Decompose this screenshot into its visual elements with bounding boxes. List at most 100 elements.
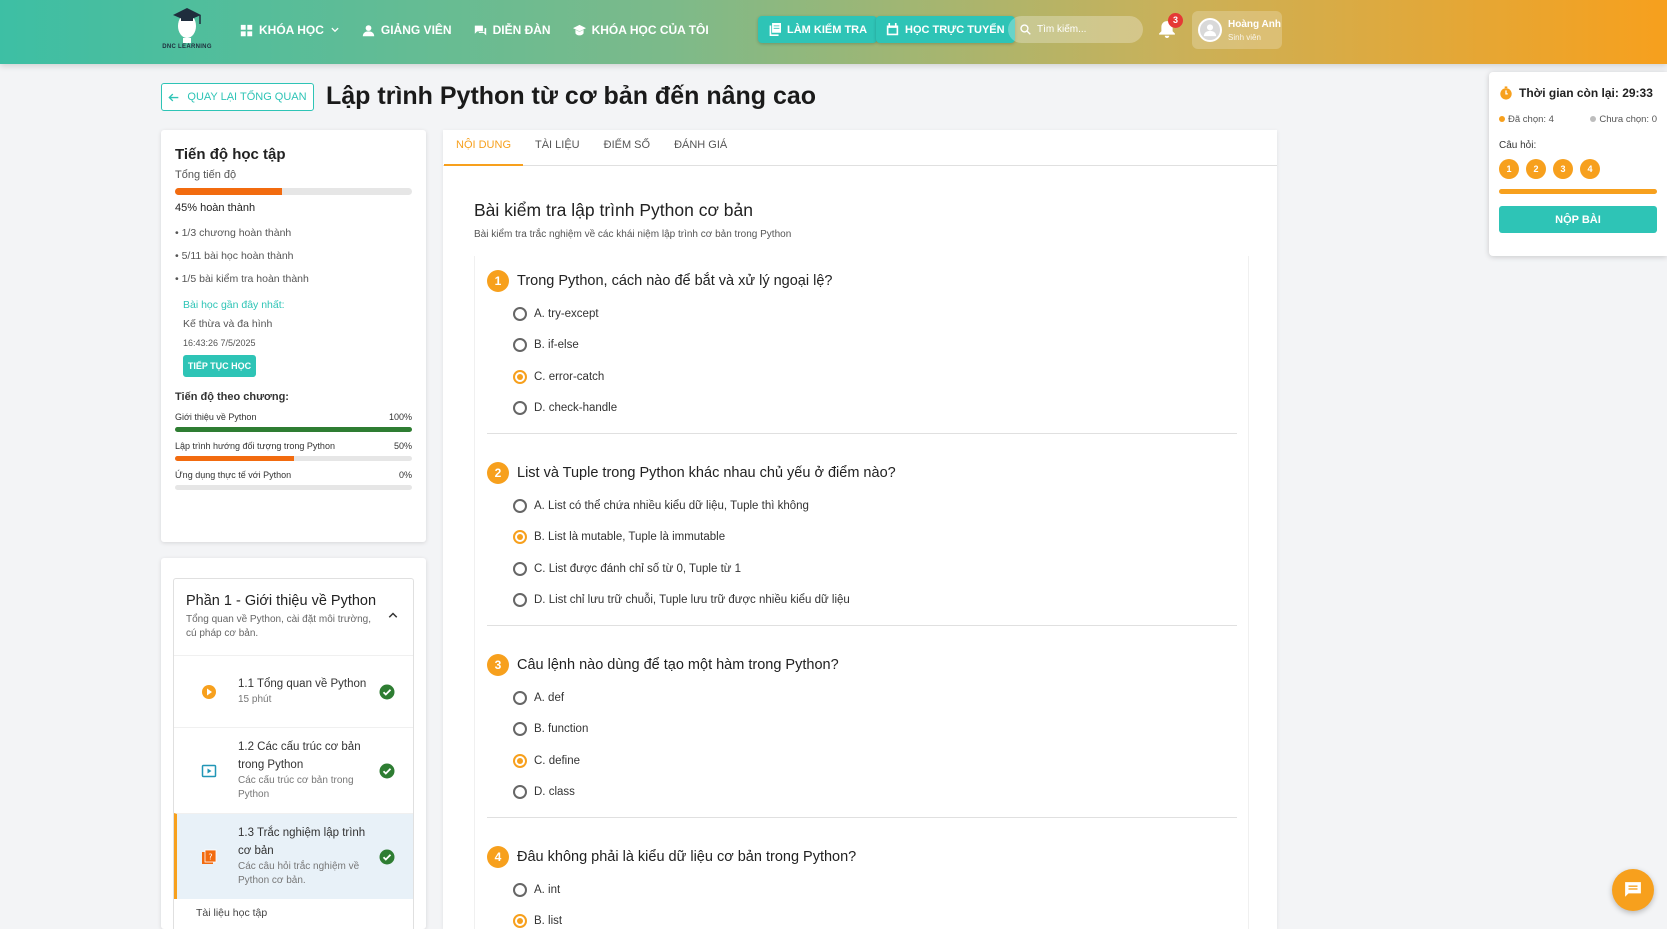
check-circle-icon <box>379 684 395 699</box>
nav-label: GIẢNG VIÊN <box>380 23 452 37</box>
unselected-count-text: Chưa chọn: 0 <box>1599 114 1657 125</box>
answer-option[interactable]: B. list <box>513 906 1237 929</box>
total-progress-bar <box>175 188 412 195</box>
radio-button[interactable] <box>513 561 527 576</box>
question-nav-button[interactable]: 2 <box>1526 159 1546 179</box>
nav-label: KHÓA HỌC CỦA TÔI <box>591 23 709 37</box>
answer-option[interactable]: A. try-except <box>513 298 1237 330</box>
selected-dot-icon <box>1499 116 1505 122</box>
question-text: Câu lệnh nào dùng để tạo một hàm trong P… <box>517 657 839 673</box>
radio-button[interactable] <box>513 498 527 513</box>
radio-button[interactable] <box>513 306 527 321</box>
progress-title: Tiến độ học tập <box>175 146 286 163</box>
unselected-count: Chưa chọn: 0 <box>1590 114 1657 125</box>
question-text: Đâu không phải là kiểu dữ liệu cơ bản tr… <box>517 849 857 865</box>
submit-button[interactable]: NỘP BÀI <box>1499 206 1657 233</box>
search-box[interactable] <box>1008 16 1143 43</box>
nav-forum[interactable]: DIỄN ĐÀN <box>474 23 551 37</box>
answer-option[interactable]: D. check-handle <box>513 393 1237 425</box>
chapter-name: Lập trình hướng đối tượng trong Python <box>175 441 335 451</box>
online-learning-label: HỌC TRỰC TUYẾN <box>905 23 1005 36</box>
answer-option[interactable]: B. function <box>513 714 1237 746</box>
answer-option[interactable]: C. define <box>513 745 1237 777</box>
radio-button[interactable] <box>513 338 527 353</box>
section-header[interactable]: Phần 1 - Giới thiệu về Python Tổng quan … <box>174 579 413 655</box>
question: 2 List và Tuple trong Python khác nhau ch… <box>487 462 1237 616</box>
answer-option[interactable]: A. def <box>513 682 1237 714</box>
lesson-item-active[interactable]: ? 1.3 Trắc nghiệm lập trình cơ bản Các c… <box>174 813 413 899</box>
nav-courses[interactable]: KHÓA HỌC <box>240 23 340 37</box>
answer-option[interactable]: A. List có thể chứa nhiều kiểu dữ liệu, … <box>513 490 1237 522</box>
question-nav-button[interactable]: 3 <box>1553 159 1573 179</box>
option-label: C. define <box>534 754 581 767</box>
radio-button[interactable] <box>513 690 527 705</box>
answer-option[interactable]: D. List chỉ lưu trữ chuỗi, Tuple lưu trữ… <box>513 585 1237 617</box>
online-learning-button[interactable]: HỌC TRỰC TUYẾN <box>876 16 1015 43</box>
question-number: 4 <box>487 846 509 868</box>
tab-scores[interactable]: ĐIỂM SỐ <box>592 130 662 166</box>
take-test-button[interactable]: LÀM KIỂM TRA <box>758 16 878 43</box>
lesson-meta: Các câu hỏi trắc nghiệm về Python cơ bản… <box>238 860 360 886</box>
nav-my-courses[interactable]: KHÓA HỌC CỦA TÔI <box>572 23 709 37</box>
radio-button[interactable] <box>513 882 527 897</box>
question-nav-button[interactable]: 4 <box>1580 159 1600 179</box>
chevron-down-icon <box>331 27 339 33</box>
answer-option[interactable]: D. class <box>513 777 1237 809</box>
stopwatch-icon <box>1500 86 1512 100</box>
lesson-title: 1.3 Trắc nghiệm lập trình cơ bản <box>238 827 366 857</box>
chat-icon <box>1625 882 1641 897</box>
lesson-title: 1.2 Các cấu trúc cơ bản trong Python <box>238 741 361 771</box>
progress-percent-text: 45% hoàn thành <box>175 202 256 214</box>
radio-button-selected[interactable] <box>513 753 527 768</box>
answer-option[interactable]: B. if-else <box>513 330 1237 362</box>
lesson-meta: Các cấu trúc cơ bản trong Python <box>238 774 354 800</box>
recent-lesson-time: 16:43:26 7/5/2025 <box>183 338 256 348</box>
chapter-progress-row: Ứng dụng thực tế với Python 0% <box>175 470 412 490</box>
timer-panel: Thời gian còn lại: 29:33 Đã chọn: 4 Chưa… <box>1489 72 1667 256</box>
option-label: B. if-else <box>534 339 579 352</box>
user-menu[interactable]: Hoàng Anh Sinh viên <box>1192 11 1282 49</box>
radio-button[interactable] <box>513 401 527 416</box>
tab-reviews[interactable]: ĐÁNH GIÁ <box>662 130 739 166</box>
materials-link[interactable]: Tài liệu học tập <box>174 899 413 919</box>
nav-label: DIỄN ĐÀN <box>492 23 551 37</box>
radio-button[interactable] <box>513 785 527 800</box>
option-label: B. List là mutable, Tuple là immutable <box>534 531 726 544</box>
tab-content[interactable]: NỘI DUNG <box>444 130 523 166</box>
check-circle-icon <box>379 763 395 778</box>
radio-button-selected[interactable] <box>513 530 527 545</box>
question-divider <box>487 817 1237 818</box>
tab-materials[interactable]: TÀI LIỆU <box>523 130 592 166</box>
answer-option[interactable]: B. List là mutable, Tuple là immutable <box>513 522 1237 554</box>
person-icon <box>362 24 375 36</box>
continue-learning-button[interactable]: TIẾP TỤC HỌC <box>183 355 256 377</box>
option-label: D. List chỉ lưu trữ chuỗi, Tuple lưu trữ… <box>534 594 850 607</box>
radio-button-selected[interactable] <box>513 369 527 384</box>
radio-button[interactable] <box>513 722 527 737</box>
radio-button-selected[interactable] <box>513 914 527 929</box>
check-circle-icon <box>379 849 395 864</box>
back-label: QUAY LẠI TỔNG QUAN <box>187 91 307 103</box>
chat-button[interactable] <box>1612 869 1654 911</box>
back-to-overview-button[interactable]: QUAY LẠI TỔNG QUAN <box>161 83 314 111</box>
lesson-item[interactable]: 1.2 Các cấu trúc cơ bản trong Python Các… <box>174 727 413 813</box>
section-card: Phần 1 - Giới thiệu về Python Tổng quan … <box>173 578 414 929</box>
nav-label: KHÓA HỌC <box>259 23 324 37</box>
search-input[interactable] <box>1037 24 1132 35</box>
brand-logo[interactable]: DNC LEARNING <box>158 4 216 56</box>
radio-button[interactable] <box>513 593 527 608</box>
chapter-name: Ứng dụng thực tế với Python <box>175 470 292 480</box>
answer-option[interactable]: C. error-catch <box>513 361 1237 393</box>
lesson-title: 1.1 Tổng quan về Python <box>238 677 367 690</box>
chevron-up-icon[interactable] <box>387 609 399 621</box>
lesson-item[interactable]: 1.1 Tổng quan về Python 15 phút <box>174 655 413 727</box>
quiz-title: Bài kiểm tra lập trình Python cơ bản <box>474 200 753 220</box>
nav-instructors[interactable]: GIẢNG VIÊN <box>362 23 452 37</box>
chapter-name: Giới thiệu về Python <box>175 412 257 422</box>
svg-text:?: ? <box>208 852 212 861</box>
play-circle-icon <box>202 684 216 699</box>
answer-option[interactable]: C. List được đánh chỉ số từ 0, Tuple từ … <box>513 553 1237 585</box>
quiz-icon: ? <box>202 849 217 864</box>
question-nav-button[interactable]: 1 <box>1499 159 1519 179</box>
answer-option[interactable]: A. int <box>513 874 1237 906</box>
